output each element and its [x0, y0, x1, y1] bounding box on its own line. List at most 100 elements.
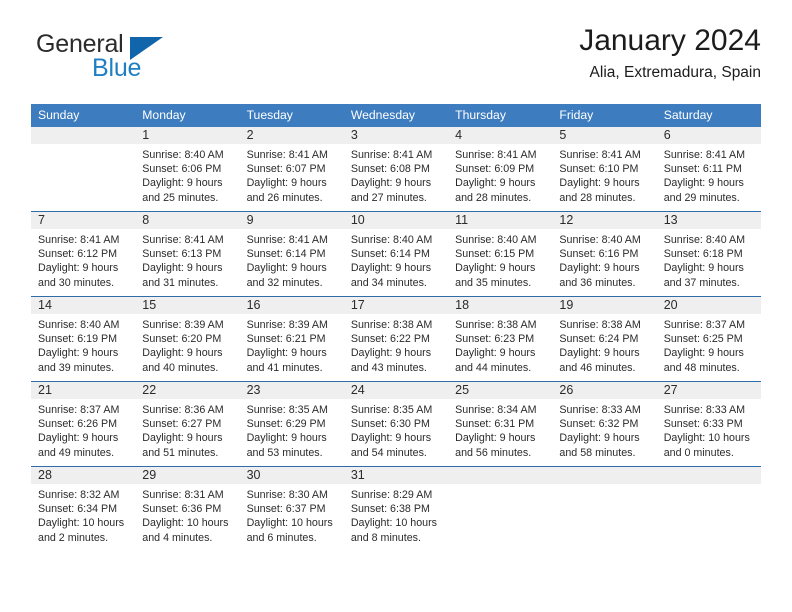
- day-number: 30: [239, 467, 344, 484]
- day-details: Sunrise: 8:41 AM Sunset: 6:14 PM Daylight:…: [240, 229, 344, 290]
- sunrise-text: Sunrise: 8:41 AM: [246, 234, 328, 246]
- calendar-day-cell[interactable]: 16 Sunrise: 8:39 AM Sunset: 6:21 PM Dayligh…: [239, 296, 344, 382]
- sunset-text: Sunset: 6:11 PM: [663, 163, 742, 176]
- day-number: 18: [448, 297, 553, 314]
- calendar-day-cell[interactable]: 10 Sunrise: 8:40 AM Sunset: 6:14 PM Dayligh…: [343, 211, 449, 297]
- calendar-day-cell[interactable]: 20 Sunrise: 8:37 AM Sunset: 6:25 PM Dayligh…: [656, 296, 761, 382]
- calendar-day-cell[interactable]: 17 Sunrise: 8:38 AM Sunset: 6:22 PM Dayligh…: [343, 296, 449, 382]
- calendar-day-cell[interactable]: 11 Sunrise: 8:40 AM Sunset: 6:15 PM Dayligh…: [448, 211, 553, 297]
- calendar-day-cell[interactable]: 30 Sunrise: 8:30 AM Sunset: 6:37 PM Dayligh…: [239, 466, 344, 551]
- daylight-text-line2: and 27 minutes.: [350, 191, 427, 204]
- sunrise-text: Sunrise: 8:41 AM: [663, 149, 746, 161]
- daylight-text-line1: Daylight: 9 hours: [455, 432, 536, 445]
- sunrise-text: Sunrise: 8:40 AM: [142, 149, 224, 161]
- sunset-text: Sunset: 6:27 PM: [142, 418, 222, 431]
- sunset-text: Sunset: 6:36 PM: [142, 503, 222, 516]
- day-details: Sunrise: 8:37 AM Sunset: 6:25 PM Daylight:…: [657, 314, 761, 375]
- day-details: Sunrise: 8:38 AM Sunset: 6:23 PM Daylight:…: [448, 314, 552, 375]
- sunset-text: Sunset: 6:29 PM: [246, 418, 326, 431]
- page-header: General Blue January 2024 Alia, Extremad…: [31, 22, 761, 96]
- calendar-day-cell[interactable]: 22 Sunrise: 8:36 AM Sunset: 6:27 PM Dayligh…: [135, 381, 240, 467]
- daylight-text-line1: Daylight: 10 hours: [142, 517, 229, 530]
- daylight-text-line2: and 34 minutes.: [350, 276, 427, 289]
- calendar-day-cell[interactable]: 25 Sunrise: 8:34 AM Sunset: 6:31 PM Dayligh…: [448, 381, 553, 467]
- day-number: 22: [135, 382, 240, 399]
- calendar-week-row: 28 Sunrise: 8:32 AM Sunset: 6:34 PM Dayligh…: [31, 466, 761, 551]
- sunrise-text: Sunrise: 8:37 AM: [38, 404, 120, 416]
- calendar-day-cell[interactable]: 9 Sunrise: 8:41 AM Sunset: 6:14 PM Daylight…: [239, 211, 344, 297]
- sunrise-text: Sunrise: 8:39 AM: [142, 319, 224, 331]
- sunrise-text: Sunrise: 8:39 AM: [246, 319, 328, 331]
- calendar-day-cell[interactable]: 12 Sunrise: 8:40 AM Sunset: 6:16 PM Dayligh…: [552, 211, 657, 297]
- calendar-day-cell[interactable]: 1 Sunrise: 8:40 AM Sunset: 6:06 PM Daylight…: [135, 127, 240, 212]
- sunrise-text: Sunrise: 8:38 AM: [455, 319, 537, 331]
- calendar-day-cell[interactable]: 19 Sunrise: 8:38 AM Sunset: 6:24 PM Dayligh…: [552, 296, 657, 382]
- calendar-day-cell[interactable]: 2 Sunrise: 8:41 AM Sunset: 6:07 PM Daylight…: [239, 127, 344, 212]
- sunrise-text: Sunrise: 8:38 AM: [350, 319, 433, 331]
- calendar-day-cell[interactable]: 5 Sunrise: 8:41 AM Sunset: 6:10 PM Daylight…: [552, 127, 657, 212]
- sunset-text: Sunset: 6:24 PM: [559, 333, 639, 346]
- daylight-text-line2: and 36 minutes.: [559, 276, 636, 289]
- calendar-day-cell[interactable]: 7 Sunrise: 8:41 AM Sunset: 6:12 PM Daylight…: [31, 211, 136, 297]
- daylight-text-line1: Daylight: 9 hours: [350, 347, 432, 360]
- daylight-text-line1: Daylight: 9 hours: [246, 262, 327, 275]
- calendar-day-cell-empty: [552, 466, 657, 551]
- general-blue-logo[interactable]: General Blue: [36, 30, 246, 88]
- daylight-text-line2: and 37 minutes.: [663, 276, 740, 289]
- day-number: 27: [656, 382, 761, 399]
- daylight-text-line1: Daylight: 9 hours: [350, 432, 432, 445]
- day-number: 1: [135, 127, 240, 144]
- calendar-day-cell[interactable]: 27 Sunrise: 8:33 AM Sunset: 6:33 PM Dayligh…: [656, 381, 761, 467]
- calendar-week-row: 7 Sunrise: 8:41 AM Sunset: 6:12 PM Daylight…: [31, 211, 761, 297]
- day-details: Sunrise: 8:41 AM Sunset: 6:11 PM Daylight:…: [657, 144, 761, 205]
- calendar-day-cell[interactable]: 13 Sunrise: 8:40 AM Sunset: 6:18 PM Dayligh…: [656, 211, 761, 297]
- sunset-text: Sunset: 6:38 PM: [350, 503, 430, 516]
- calendar-week-row: 14 Sunrise: 8:40 AM Sunset: 6:19 PM Dayligh…: [31, 296, 761, 382]
- calendar-day-cell[interactable]: 29 Sunrise: 8:31 AM Sunset: 6:36 PM Dayligh…: [135, 466, 240, 551]
- day-details: Sunrise: 8:39 AM Sunset: 6:20 PM Daylight:…: [135, 314, 239, 375]
- daylight-text-line2: and 41 minutes.: [246, 361, 323, 374]
- sunrise-text: Sunrise: 8:38 AM: [559, 319, 641, 331]
- calendar-day-cell[interactable]: 21 Sunrise: 8:37 AM Sunset: 6:26 PM Dayligh…: [31, 381, 136, 467]
- day-details: Sunrise: 8:40 AM Sunset: 6:15 PM Daylight:…: [448, 229, 552, 290]
- calendar-day-cell[interactable]: 28 Sunrise: 8:32 AM Sunset: 6:34 PM Dayligh…: [31, 466, 136, 551]
- day-number: [552, 467, 657, 484]
- calendar-day-cell[interactable]: 6 Sunrise: 8:41 AM Sunset: 6:11 PM Daylight…: [656, 127, 761, 212]
- calendar-day-cell[interactable]: 23 Sunrise: 8:35 AM Sunset: 6:29 PM Dayligh…: [239, 381, 344, 467]
- sunrise-text: Sunrise: 8:35 AM: [350, 404, 433, 416]
- day-number: 29: [135, 467, 240, 484]
- calendar-day-cell[interactable]: 3 Sunrise: 8:41 AM Sunset: 6:08 PM Daylight…: [343, 127, 449, 212]
- calendar-day-cell[interactable]: 18 Sunrise: 8:38 AM Sunset: 6:23 PM Dayligh…: [448, 296, 553, 382]
- day-details: [552, 484, 656, 488]
- sunrise-text: Sunrise: 8:31 AM: [142, 489, 224, 501]
- daylight-text-line1: Daylight: 9 hours: [350, 177, 432, 190]
- day-number: 5: [552, 127, 657, 144]
- day-number: 15: [135, 297, 240, 314]
- day-details: Sunrise: 8:41 AM Sunset: 6:09 PM Daylight:…: [448, 144, 552, 205]
- calendar-day-cell[interactable]: 31 Sunrise: 8:29 AM Sunset: 6:38 PM Dayligh…: [343, 466, 449, 551]
- calendar-day-cell[interactable]: 14 Sunrise: 8:40 AM Sunset: 6:19 PM Dayligh…: [31, 296, 136, 382]
- sunset-text: Sunset: 6:07 PM: [246, 163, 326, 176]
- calendar-body: 1 Sunrise: 8:40 AM Sunset: 6:06 PM Daylight…: [31, 127, 761, 551]
- daylight-text-line2: and 6 minutes.: [246, 531, 317, 544]
- sunrise-text: Sunrise: 8:40 AM: [559, 234, 641, 246]
- daylight-text-line2: and 43 minutes.: [350, 361, 427, 374]
- calendar-day-cell[interactable]: 26 Sunrise: 8:33 AM Sunset: 6:32 PM Dayligh…: [552, 381, 657, 467]
- calendar-day-cell[interactable]: 15 Sunrise: 8:39 AM Sunset: 6:20 PM Dayligh…: [135, 296, 240, 382]
- day-details: Sunrise: 8:41 AM Sunset: 6:08 PM Daylight:…: [344, 144, 448, 205]
- calendar-day-cell[interactable]: 8 Sunrise: 8:41 AM Sunset: 6:13 PM Daylight…: [135, 211, 240, 297]
- day-number: 9: [239, 212, 344, 229]
- sunrise-text: Sunrise: 8:41 AM: [350, 149, 433, 161]
- sunset-text: Sunset: 6:13 PM: [142, 248, 222, 261]
- daylight-text-line2: and 32 minutes.: [246, 276, 323, 289]
- day-number: 26: [552, 382, 657, 399]
- calendar-day-cell[interactable]: 24 Sunrise: 8:35 AM Sunset: 6:30 PM Dayligh…: [343, 381, 449, 467]
- daylight-text-line1: Daylight: 9 hours: [455, 177, 536, 190]
- daylight-text-line1: Daylight: 9 hours: [559, 347, 640, 360]
- day-details: Sunrise: 8:40 AM Sunset: 6:19 PM Daylight:…: [31, 314, 135, 375]
- sunrise-text: Sunrise: 8:36 AM: [142, 404, 224, 416]
- day-number: 31: [343, 467, 449, 484]
- day-number: [448, 467, 553, 484]
- sunset-text: Sunset: 6:33 PM: [663, 418, 743, 431]
- calendar-day-cell[interactable]: 4 Sunrise: 8:41 AM Sunset: 6:09 PM Daylight…: [448, 127, 553, 212]
